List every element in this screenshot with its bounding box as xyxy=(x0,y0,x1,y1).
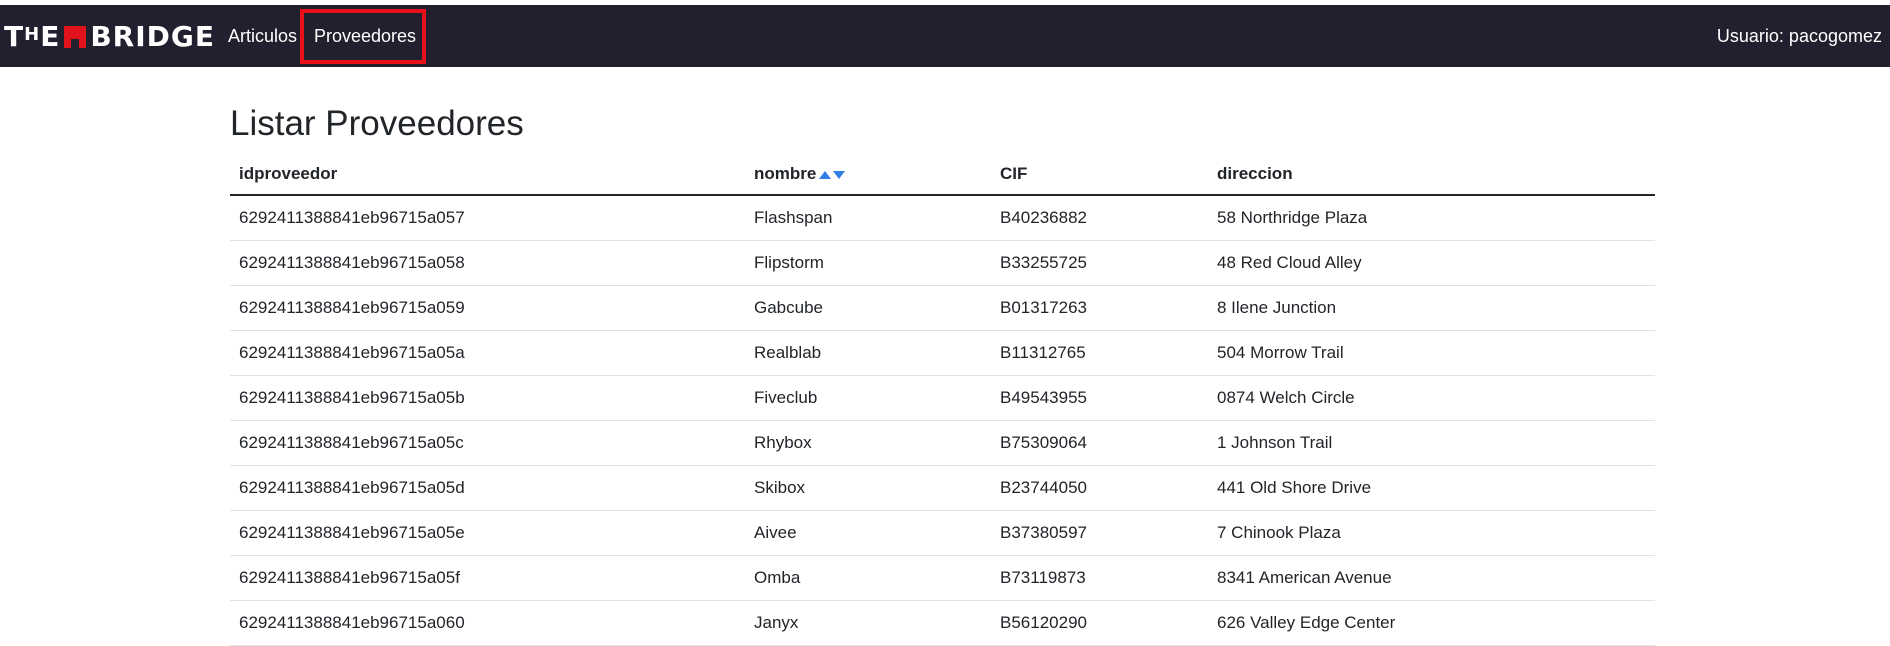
cell-idproveedor: 6292411388841eb96715a05b xyxy=(230,375,745,421)
cell-direccion: 0874 Welch Circle xyxy=(1208,375,1655,421)
table-row: 6292411388841eb96715a060 Janyx B56120290 62… xyxy=(230,600,1655,646)
sort-asc-icon[interactable] xyxy=(818,170,832,180)
brand-letter-h: H xyxy=(24,24,41,45)
main-content: Listar Proveedores idproveedor nombre CI… xyxy=(230,100,1655,646)
bridge-icon xyxy=(64,26,87,48)
cell-nombre: Janyx xyxy=(745,600,991,646)
table-row: 6292411388841eb96715a05a Realblab B1131276… xyxy=(230,330,1655,376)
header-cif: CIF xyxy=(991,154,1208,196)
cell-idproveedor: 6292411388841eb96715a05f xyxy=(230,555,745,601)
cell-nombre: Rhybox xyxy=(745,420,991,466)
table-header-row: idproveedor nombre CIF direccion xyxy=(230,154,1655,196)
cell-direccion: 7 Chinook Plaza xyxy=(1208,510,1655,556)
cell-cif: B37380597 xyxy=(991,510,1208,556)
cell-cif: B49543955 xyxy=(991,375,1208,421)
header-direccion: direccion xyxy=(1208,154,1655,196)
cell-cif: B40236882 xyxy=(991,195,1208,241)
cell-cif: B56120290 xyxy=(991,600,1208,646)
cell-nombre: Gabcube xyxy=(745,285,991,331)
cell-direccion: 8 Ilene Junction xyxy=(1208,285,1655,331)
table-row: 6292411388841eb96715a059 Gabcube B01317263… xyxy=(230,285,1655,331)
cell-direccion: 504 Morrow Trail xyxy=(1208,330,1655,376)
table-body: 6292411388841eb96715a057 Flashspan B402368… xyxy=(230,195,1655,646)
brand-letter-e: E xyxy=(40,20,61,53)
cell-direccion: 441 Old Shore Drive xyxy=(1208,465,1655,511)
cell-idproveedor: 6292411388841eb96715a05d xyxy=(230,465,745,511)
cell-idproveedor: 6292411388841eb96715a058 xyxy=(230,240,745,286)
header-nombre: nombre xyxy=(745,154,991,196)
cell-nombre: Flipstorm xyxy=(745,240,991,286)
user-label: Usuario: pacogomez xyxy=(1716,26,1882,46)
cell-cif: B73119873 xyxy=(991,555,1208,601)
brand-letter-t: T xyxy=(4,20,25,53)
header-nombre-label: nombre xyxy=(754,164,817,183)
cell-idproveedor: 6292411388841eb96715a05a xyxy=(230,330,745,376)
nav-link-proveedores[interactable]: Proveedores xyxy=(314,5,416,67)
table-row: 6292411388841eb96715a058 Flipstorm B332557… xyxy=(230,240,1655,286)
cell-direccion: 58 Northridge Plaza xyxy=(1208,195,1655,241)
table-row: 6292411388841eb96715a05f Omba B73119873 834… xyxy=(230,555,1655,601)
cell-nombre: Realblab xyxy=(745,330,991,376)
cell-nombre: Flashspan xyxy=(745,195,991,241)
header-idproveedor: idproveedor xyxy=(230,154,745,196)
cell-nombre: Fiveclub xyxy=(745,375,991,421)
brand-word: BRIDGE xyxy=(90,20,215,53)
navbar: T H E BRIDGE Articulos Proveedores Usuar… xyxy=(0,5,1890,67)
cell-direccion: 8341 American Avenue xyxy=(1208,555,1655,601)
table-row: 6292411388841eb96715a05c Rhybox B75309064 1… xyxy=(230,420,1655,466)
cell-idproveedor: 6292411388841eb96715a05e xyxy=(230,510,745,556)
cell-idproveedor: 6292411388841eb96715a059 xyxy=(230,285,745,331)
table-row: 6292411388841eb96715a05b Fiveclub B4954395… xyxy=(230,375,1655,421)
cell-cif: B01317263 xyxy=(991,285,1208,331)
cell-idproveedor: 6292411388841eb96715a060 xyxy=(230,600,745,646)
sort-controls xyxy=(818,170,846,180)
cell-cif: B33255725 xyxy=(991,240,1208,286)
cell-nombre: Aivee xyxy=(745,510,991,556)
cell-direccion: 1 Johnson Trail xyxy=(1208,420,1655,466)
cell-direccion: 48 Red Cloud Alley xyxy=(1208,240,1655,286)
cell-direccion: 626 Valley Edge Center xyxy=(1208,600,1655,646)
cell-cif: B75309064 xyxy=(991,420,1208,466)
page-title: Listar Proveedores xyxy=(230,104,524,143)
providers-table: idproveedor nombre CIF direccion 6292411… xyxy=(230,154,1655,646)
nav-link-articulos[interactable]: Articulos xyxy=(228,5,297,67)
sort-desc-icon[interactable] xyxy=(832,170,846,180)
brand-logo[interactable]: T H E BRIDGE xyxy=(4,22,215,52)
cell-idproveedor: 6292411388841eb96715a05c xyxy=(230,420,745,466)
cell-cif: B11312765 xyxy=(991,330,1208,376)
cell-idproveedor: 6292411388841eb96715a057 xyxy=(230,195,745,241)
cell-nombre: Omba xyxy=(745,555,991,601)
table-row: 6292411388841eb96715a05e Aivee B37380597 7 … xyxy=(230,510,1655,556)
table-row: 6292411388841eb96715a057 Flashspan B402368… xyxy=(230,195,1655,241)
cell-cif: B23744050 xyxy=(991,465,1208,511)
table-row: 6292411388841eb96715a05d Skibox B23744050 4… xyxy=(230,465,1655,511)
cell-nombre: Skibox xyxy=(745,465,991,511)
